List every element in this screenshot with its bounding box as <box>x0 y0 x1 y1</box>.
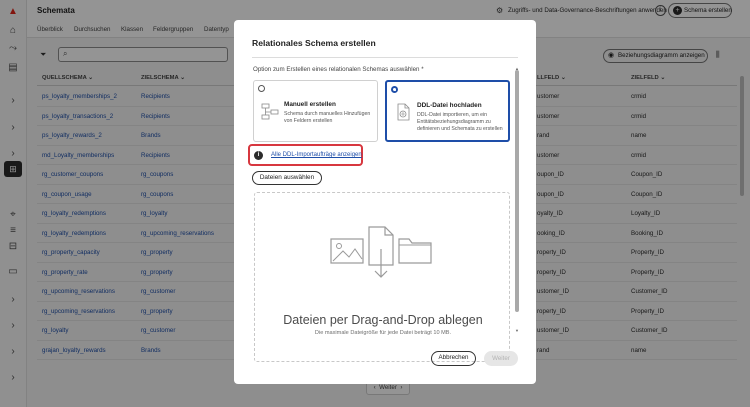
manual-card-title: Manuell erstellen <box>284 101 336 108</box>
ddl-card-title: DDL-Datei hochladen <box>417 102 482 109</box>
file-dropzone[interactable]: Dateien per Drag-and-Drop ablegen Die ma… <box>254 192 510 362</box>
manual-schema-icon <box>261 103 279 120</box>
choose-files-button[interactable]: Dateien auswählen <box>252 171 322 185</box>
dropzone-subtitle: Die maximale Dateigröße für jede Datei b… <box>314 330 452 336</box>
radio-ddl[interactable] <box>391 86 398 93</box>
scroll-down-icon[interactable]: ▼ <box>515 328 519 333</box>
next-button[interactable]: Weiter <box>484 351 518 366</box>
cancel-button[interactable]: Abbrechen <box>431 351 476 366</box>
all-ddl-imports-link[interactable]: Alle DDL-Importaufträge anzeigen <box>271 152 362 158</box>
dropzone-title: Dateien per Drag-and-Drop ablegen <box>283 313 483 327</box>
manual-create-card[interactable]: Manuell erstellen Schema durch manuelles… <box>253 80 378 142</box>
manual-card-description: Schema durch manuelles Hinzufügen von Fe… <box>284 111 371 124</box>
divider <box>252 57 518 58</box>
dialog-scrollbar[interactable]: ▲ ▼ <box>515 66 519 334</box>
radio-manual[interactable] <box>258 85 265 92</box>
info-icon: i <box>254 151 263 160</box>
create-relational-schema-dialog: Relationales Schema erstellen ▲ ▼ Option… <box>234 20 536 384</box>
scrollbar-thumb[interactable] <box>515 70 519 312</box>
ddl-card-description: DDL-Datei importieren, um ein Entitätsbe… <box>417 112 503 132</box>
upload-files-icon <box>330 226 432 278</box>
option-label: Option zum Erstellen eines relationalen … <box>253 66 424 73</box>
ddl-file-icon <box>397 103 410 121</box>
dialog-title: Relationales Schema erstellen <box>252 38 376 48</box>
ddl-upload-card[interactable]: DDL-Datei hochladen DDL-Datei importiere… <box>385 80 510 142</box>
